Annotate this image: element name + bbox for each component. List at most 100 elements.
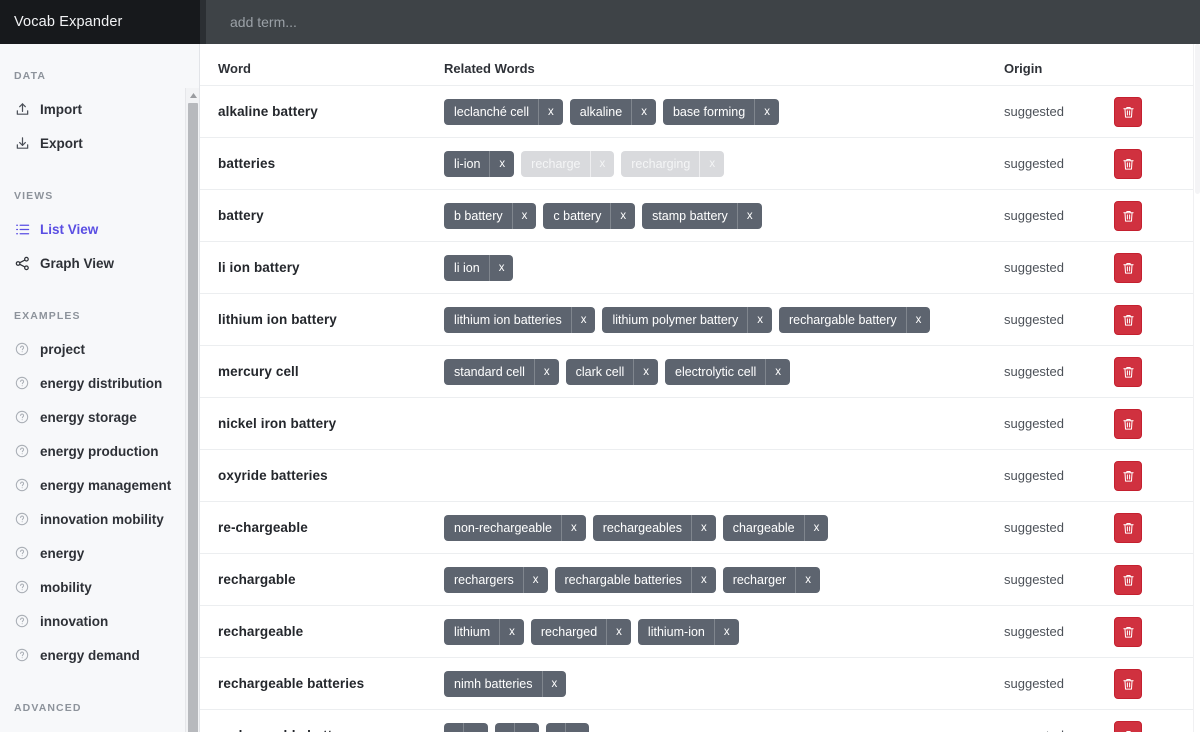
table-row[interactable]: rechargeable battery x x x suggested (200, 710, 1193, 732)
remove-tag-button[interactable]: x (561, 514, 586, 541)
remove-tag-button[interactable]: x (754, 98, 779, 125)
table-row[interactable]: re-chargeable non-rechargeable x rechargeab… (200, 502, 1193, 554)
table-row[interactable]: rechargable rechargers x rechargable batter… (200, 554, 1193, 606)
remove-tag-button[interactable]: x (489, 150, 514, 177)
related-word-tag[interactable]: li-ion x (444, 150, 515, 177)
remove-tag-button[interactable]: x (699, 150, 724, 177)
delete-row-button[interactable] (1114, 564, 1142, 595)
delete-row-button[interactable] (1114, 252, 1142, 283)
remove-tag-button[interactable]: x (795, 566, 820, 593)
related-word-tag[interactable]: recharging x (621, 150, 725, 177)
remove-tag-button[interactable]: x (533, 358, 559, 385)
related-word-tag[interactable]: chargeable x (722, 514, 829, 541)
related-word-tag[interactable]: lithium ion batteries x (444, 306, 596, 333)
table-row[interactable]: rechargeable lithium x recharged x lithium-io… (200, 606, 1193, 658)
remove-tag-button[interactable]: x (610, 202, 635, 229)
sidebar-item-mobility[interactable]: mobility (0, 570, 199, 604)
sidebar-item-energy[interactable]: energy (0, 536, 199, 570)
remove-tag-button[interactable]: x (631, 98, 656, 125)
table-row[interactable]: alkaline battery leclanché cell x alkaline x… (200, 86, 1193, 138)
related-word-tag[interactable]: lithium x (444, 618, 524, 645)
table-row[interactable]: mercury cell standard cell x clark cell x ele… (200, 346, 1193, 398)
sidebar-item-energy-production[interactable]: energy production (0, 434, 199, 468)
remove-tag-button[interactable]: x (803, 514, 829, 541)
main-scrollbar[interactable] (1193, 44, 1200, 732)
sidebar-item-project[interactable]: project (0, 332, 199, 366)
related-word-tag[interactable]: x (545, 722, 590, 732)
sidebar-item-google[interactable]: Google (0, 724, 199, 732)
related-word-tag[interactable]: base forming x (662, 98, 779, 125)
related-word-tag[interactable]: li ion x (444, 254, 514, 281)
delete-row-button[interactable] (1114, 668, 1142, 699)
sidebar-scrollbar[interactable] (185, 88, 199, 732)
main-scrollbar-thumb[interactable] (1195, 44, 1200, 194)
related-word-tag[interactable]: alkaline x (569, 98, 656, 125)
remove-tag-button[interactable]: x (463, 722, 488, 732)
related-word-tag[interactable]: recharger x (722, 566, 820, 593)
table-row[interactable]: batteries li-ion x recharge x recharging x sugg… (200, 138, 1193, 190)
delete-row-button[interactable] (1114, 616, 1142, 647)
delete-row-button[interactable] (1114, 512, 1142, 543)
delete-row-button[interactable] (1114, 460, 1142, 491)
delete-row-button[interactable] (1114, 96, 1142, 127)
related-word-tag[interactable]: rechargable battery x (778, 306, 931, 333)
scroll-up-arrow-icon[interactable] (186, 88, 199, 102)
related-word-tag[interactable]: stamp battery x (642, 202, 762, 229)
remove-tag-button[interactable]: x (522, 566, 548, 593)
sidebar-scrollbar-thumb[interactable] (188, 103, 198, 732)
related-word-tag[interactable]: clark cell x (565, 358, 658, 385)
sidebar-item-energy-management[interactable]: energy management (0, 468, 199, 502)
sidebar-item-energy-storage[interactable]: energy storage (0, 400, 199, 434)
table-row[interactable]: lithium ion battery lithium ion batteries… (200, 294, 1193, 346)
remove-tag-button[interactable]: x (511, 202, 537, 229)
related-word-tag[interactable]: b battery x (444, 202, 537, 229)
remove-tag-button[interactable]: x (736, 202, 762, 229)
remove-tag-button[interactable]: x (538, 98, 563, 125)
related-word-tag[interactable]: non-rechargeable x (444, 514, 586, 541)
related-word-tag[interactable]: electrolytic cell x (665, 358, 791, 385)
related-word-tag[interactable]: standard cell x (444, 358, 559, 385)
table-row[interactable]: rechargeable batteries nimh batteries x sug… (200, 658, 1193, 710)
sidebar-item-innovation-mobility[interactable]: innovation mobility (0, 502, 199, 536)
remove-tag-button[interactable]: x (713, 618, 739, 645)
sidebar-item-energy-distribution[interactable]: energy distribution (0, 366, 199, 400)
related-word-tag[interactable]: lithium-ion x (637, 618, 739, 645)
remove-tag-button[interactable]: x (690, 566, 716, 593)
remove-tag-button[interactable]: x (513, 722, 539, 732)
remove-tag-button[interactable]: x (541, 670, 567, 697)
sidebar-item-export[interactable]: Export (0, 126, 199, 160)
related-word-tag[interactable]: rechargable batteries x (554, 566, 716, 593)
remove-tag-button[interactable]: x (570, 306, 596, 333)
delete-row-button[interactable] (1114, 356, 1142, 387)
table-row[interactable]: li ion battery li ion x suggested (200, 242, 1193, 294)
related-word-tag[interactable]: c battery x (543, 202, 636, 229)
delete-row-button[interactable] (1114, 200, 1142, 231)
table-row[interactable]: oxyride batteries suggested (200, 450, 1193, 502)
remove-tag-button[interactable]: x (564, 722, 590, 732)
related-word-tag[interactable]: recharge x (521, 150, 615, 177)
remove-tag-button[interactable]: x (747, 306, 772, 333)
related-word-tag[interactable]: x (444, 722, 488, 732)
related-word-tag[interactable]: nimh batteries x (444, 670, 567, 697)
remove-tag-button[interactable]: x (905, 306, 931, 333)
remove-tag-button[interactable]: x (606, 618, 631, 645)
related-word-tag[interactable]: recharged x (530, 618, 631, 645)
sidebar-item-graph-view[interactable]: Graph View (0, 246, 199, 280)
related-word-tag[interactable]: rechargers x (444, 566, 548, 593)
table-row[interactable]: nickel iron battery suggested (200, 398, 1193, 450)
delete-row-button[interactable] (1114, 148, 1142, 179)
sidebar-item-import[interactable]: Import (0, 92, 199, 126)
related-word-tag[interactable]: lithium polymer battery x (602, 306, 772, 333)
related-word-tag[interactable]: x (494, 722, 539, 732)
related-word-tag[interactable]: rechargeables x (592, 514, 716, 541)
add-term-input[interactable] (228, 7, 1200, 37)
remove-tag-button[interactable]: x (488, 254, 514, 281)
table-row[interactable]: battery b battery x c battery x stamp battery… (200, 190, 1193, 242)
remove-tag-button[interactable]: x (499, 618, 524, 645)
remove-tag-button[interactable]: x (589, 150, 615, 177)
delete-row-button[interactable] (1114, 304, 1142, 335)
delete-row-button[interactable] (1114, 720, 1142, 732)
sidebar-item-innovation[interactable]: innovation (0, 604, 199, 638)
remove-tag-button[interactable]: x (690, 514, 716, 541)
remove-tag-button[interactable]: x (765, 358, 790, 385)
